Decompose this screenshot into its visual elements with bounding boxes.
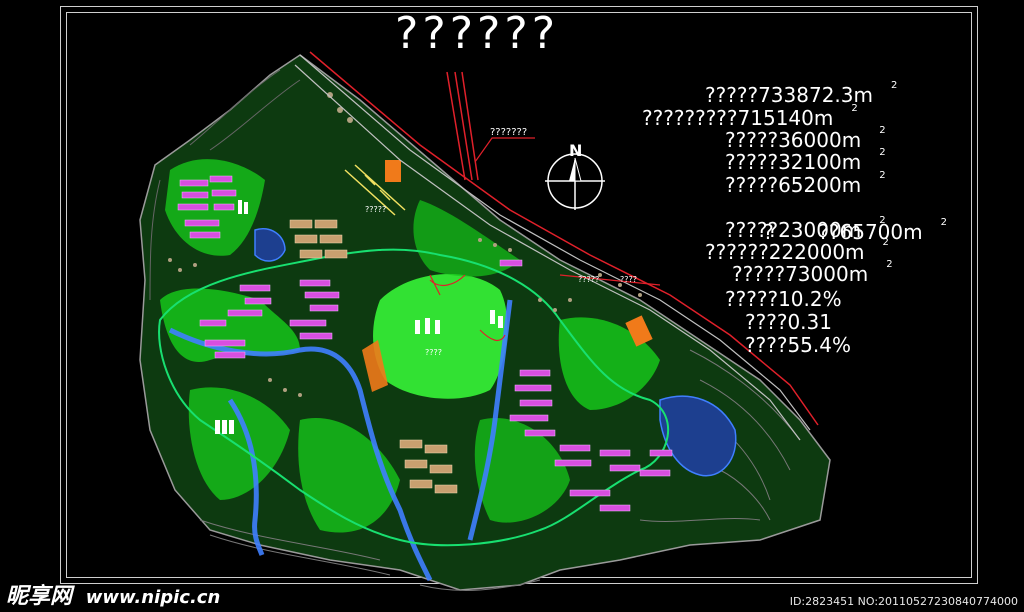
cad-viewport: ?????? N ??????? ????? ???? ????? ???? ?… (0, 0, 1024, 612)
stat-row-8: ??????222000m 2 (705, 237, 889, 264)
stat-row-11: ????0.31 (745, 310, 832, 334)
stat-row-12: ????55.4% (745, 333, 851, 357)
north-access-road (446, 71, 479, 181)
north-arrow-icon (545, 153, 605, 210)
stat-row-4: ?????32100m 2 (725, 147, 886, 174)
road-label-leader (474, 137, 535, 163)
map-label-1: ????? (365, 205, 386, 214)
stat-row-5: ?????65200m 2 (725, 170, 886, 197)
north-label: N (569, 141, 582, 160)
stat-row-10: ?????10.2% (725, 287, 842, 311)
stat-row-2: ?????????715140m 2 (642, 103, 858, 130)
map-label-2: ???? (425, 348, 442, 357)
watermark-logo: 昵享网 www.nipic.cn (6, 578, 220, 610)
watermark-site: www.nipic.cn (85, 587, 221, 608)
stat-row-9: ?????73000m 2 (732, 259, 893, 286)
watermark-id: ID:2823451 NO:20110527230840774000 (789, 595, 1018, 608)
map-label-3: ????? (578, 275, 599, 284)
watermark-logo-text: 昵享网 (6, 584, 73, 609)
stat-row-3: ?????36000m 2 (725, 125, 886, 152)
map-label-4: ???? (620, 275, 637, 284)
road-label: ??????? (490, 127, 527, 138)
stat-row-1: ?????733872.3m 2 (705, 80, 898, 107)
stat-row-7: ?????23000m 2 (725, 215, 886, 242)
